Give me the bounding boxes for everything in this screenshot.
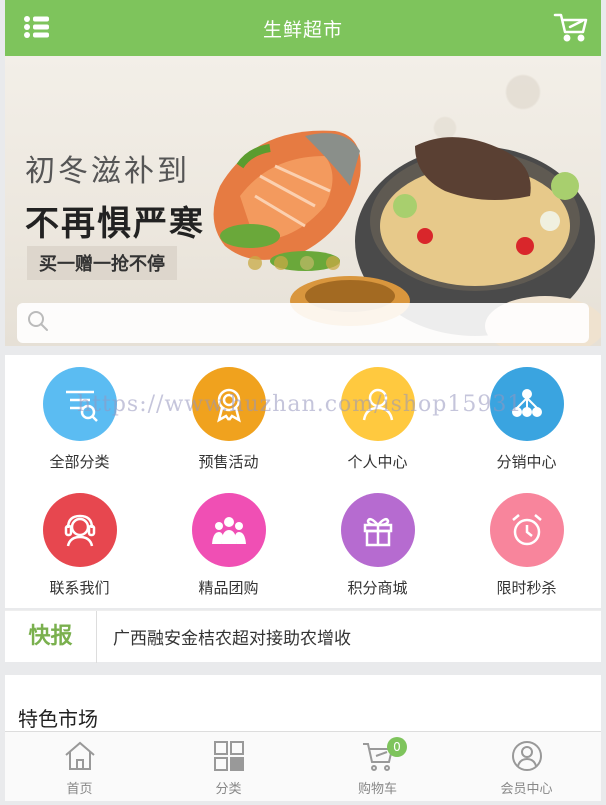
tab-home[interactable]: 首页 <box>5 732 154 802</box>
tab-label: 首页 <box>66 782 93 797</box>
banner-tag: 买一赠一抢不停 <box>27 246 177 280</box>
alarm-icon <box>489 493 564 567</box>
nav-item-label: 精品团购 <box>198 579 259 597</box>
banner-dot[interactable] <box>274 256 288 270</box>
news-headline[interactable]: 广西融安金桔农超对接助农增收 <box>97 624 351 649</box>
member-icon <box>511 741 542 771</box>
category-icon <box>213 741 244 771</box>
banner-dot[interactable] <box>248 256 262 270</box>
featured-market-section: 特色市场 <box>5 675 601 735</box>
tab-label: 分类 <box>215 782 242 797</box>
nav-item-all-categories[interactable]: 全部分类 <box>5 355 154 475</box>
news-ticker[interactable]: 快报 广西融安金桔农超对接助农增收 <box>5 610 601 663</box>
nav-item-points-mall[interactable]: 积分商城 <box>303 481 452 601</box>
banner-subheadline: 不再惧严寒 <box>25 204 205 244</box>
page-title: 生鲜超市 <box>262 18 343 41</box>
nav-item-label: 分销中心 <box>496 453 557 471</box>
gift-icon <box>340 493 415 567</box>
nav-item-personal-center[interactable]: 个人中心 <box>303 355 452 475</box>
banner-headline: 初冬滋补到 <box>25 154 190 189</box>
nav-item-label: 个人中心 <box>347 453 408 471</box>
tab-label: 会员中心 <box>500 782 553 797</box>
cart-count-badge: 0 <box>387 737 407 757</box>
banner-dot[interactable] <box>300 256 314 270</box>
nav-item-label: 预售活动 <box>198 453 259 471</box>
app-header: 生鲜超市 <box>5 0 601 56</box>
quick-nav-grid: 全部分类 预售活动 个人中心 分销中心 联系我们 精品团购 积分商城 限时秒杀 <box>5 355 601 608</box>
nav-item-distribution-center[interactable]: 分销中心 <box>452 355 601 475</box>
nav-item-label: 联系我们 <box>49 579 110 597</box>
banner-dot[interactable] <box>326 256 340 270</box>
nav-item-presale[interactable]: 预售活动 <box>154 355 303 475</box>
news-tag: 快报 <box>5 610 97 663</box>
tab-category[interactable]: 分类 <box>154 732 303 802</box>
menu-icon[interactable] <box>23 14 51 40</box>
home-icon <box>64 741 95 770</box>
tab-label: 购物车 <box>357 782 397 797</box>
section-title: 特色市场 <box>18 707 98 731</box>
bottom-tab-bar: 首页 分类 购物车 0 会员中心 <box>5 731 601 801</box>
headset-icon <box>42 493 117 567</box>
nav-item-group-buy[interactable]: 精品团购 <box>154 481 303 601</box>
nav-item-contact-us[interactable]: 联系我们 <box>5 481 154 601</box>
banner-pagination <box>248 256 340 270</box>
nav-item-flash-sale[interactable]: 限时秒杀 <box>452 481 601 601</box>
list-icon <box>42 367 117 441</box>
search-icon <box>27 310 49 336</box>
nav-item-label: 积分商城 <box>347 579 408 597</box>
nav-item-label: 全部分类 <box>49 453 110 471</box>
share-icon <box>489 367 564 441</box>
tab-cart[interactable]: 购物车 0 <box>303 732 452 802</box>
tab-member-center[interactable]: 会员中心 <box>452 732 601 802</box>
award-icon <box>191 367 266 441</box>
group-icon <box>191 493 266 567</box>
user-icon <box>340 367 415 441</box>
search-input[interactable] <box>57 315 557 331</box>
cart-icon[interactable] <box>553 12 589 42</box>
search-bar[interactable] <box>17 303 589 343</box>
nav-item-label: 限时秒杀 <box>496 579 557 597</box>
